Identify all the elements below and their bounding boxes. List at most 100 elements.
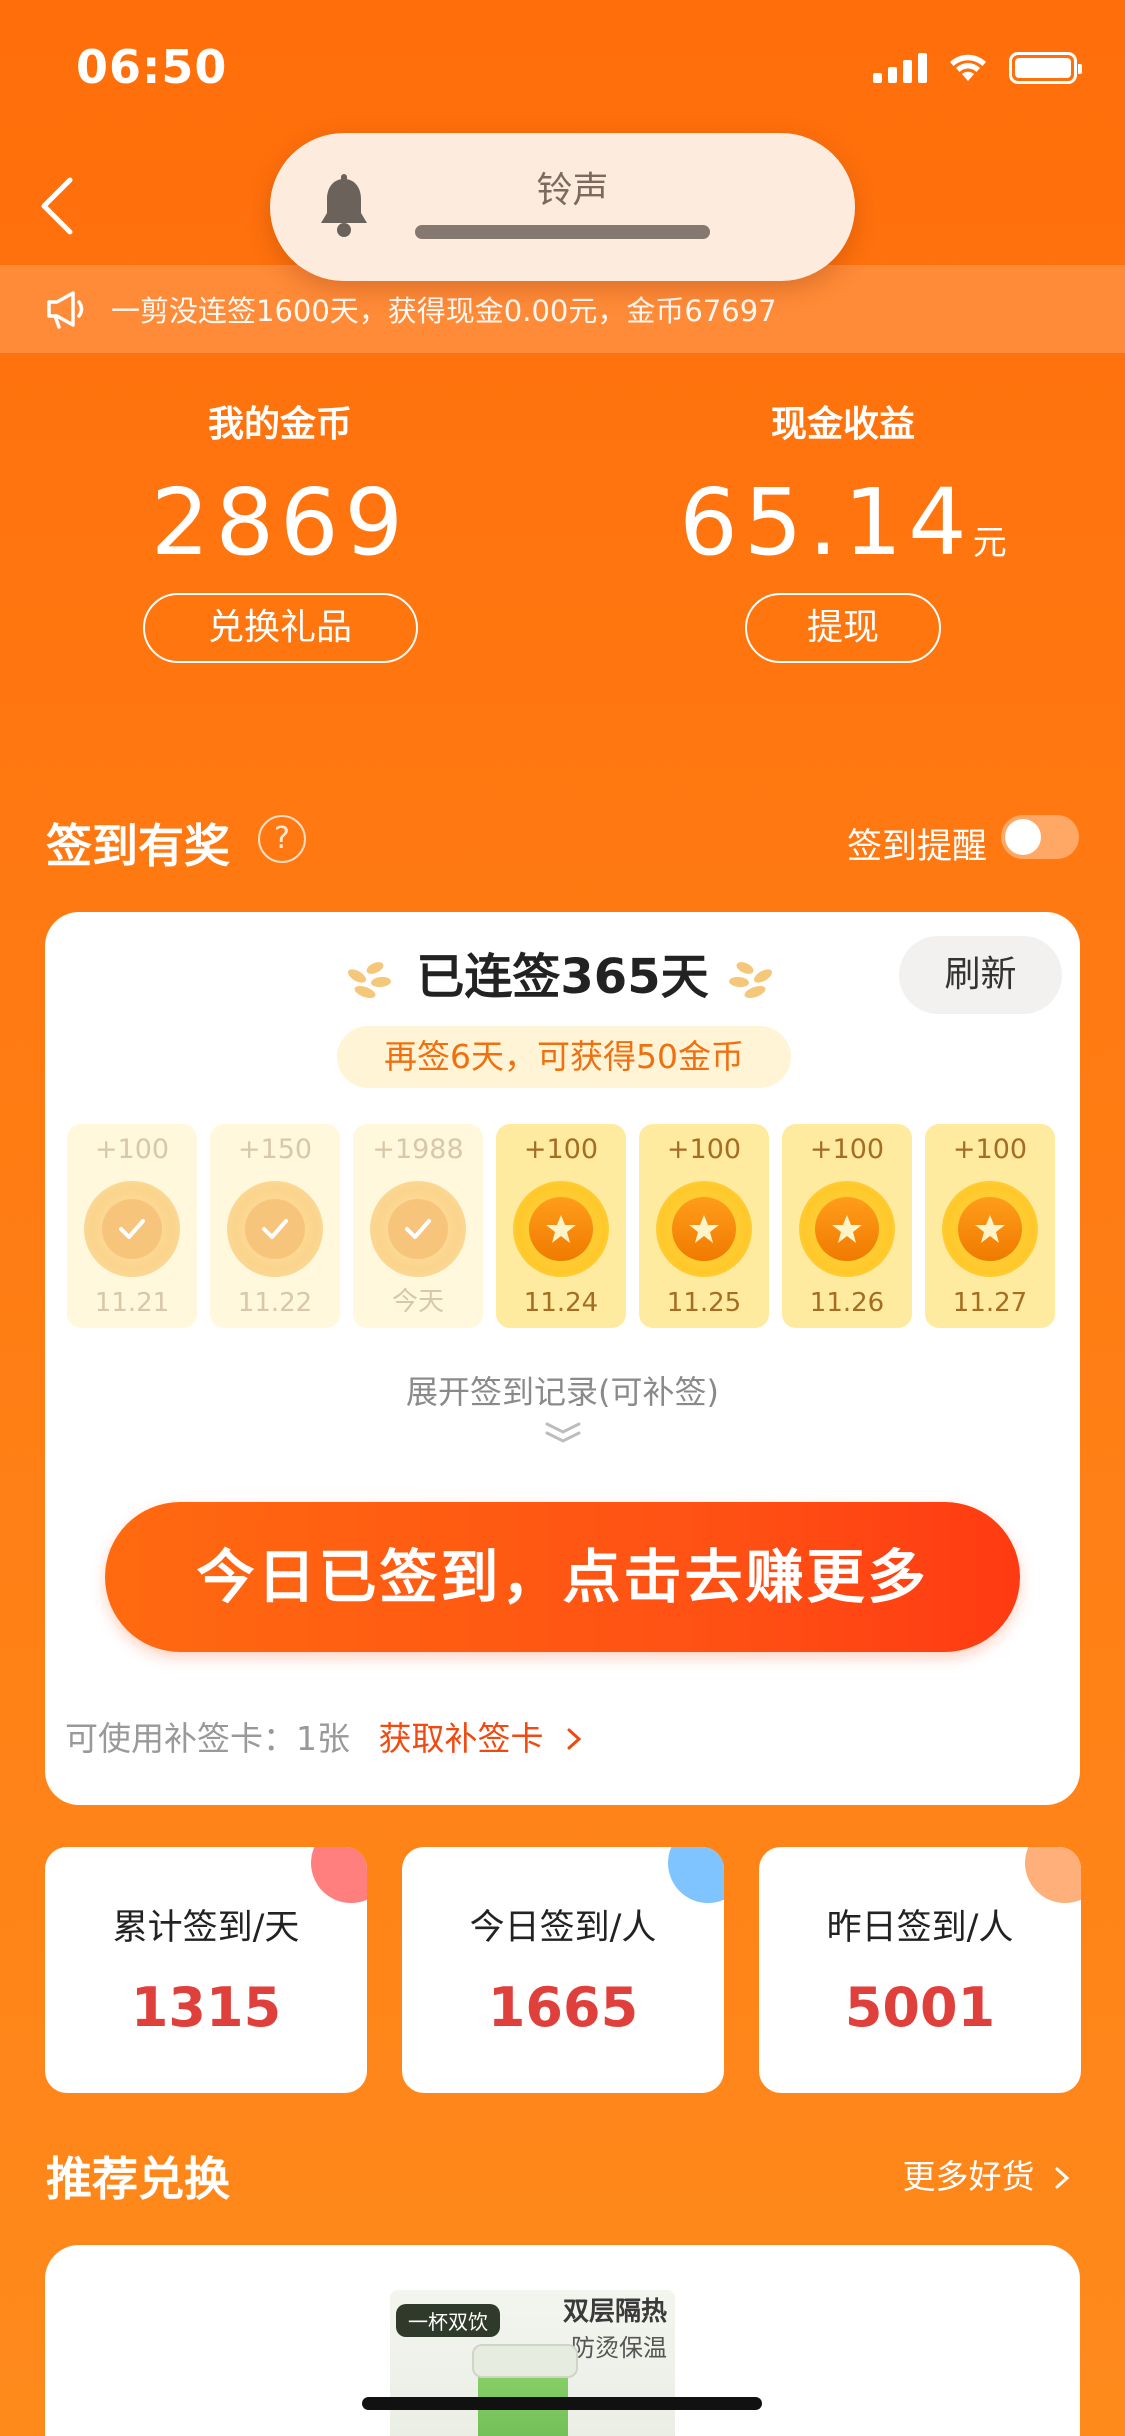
sign-day-7[interactable]: +100 11.27 bbox=[925, 1124, 1055, 1328]
cash-unit: 元 bbox=[972, 523, 1007, 563]
signal-icon bbox=[873, 53, 927, 83]
coins-label: 我的金币 bbox=[207, 404, 352, 445]
chevron-right-icon bbox=[1055, 2167, 1070, 2189]
day-date: 11.26 bbox=[809, 1288, 885, 1318]
wheat-left-icon bbox=[347, 962, 391, 999]
coin-icon bbox=[799, 1181, 895, 1277]
day-reward: +100 bbox=[952, 1134, 1028, 1165]
recommend-title: 推荐兑换 bbox=[46, 2152, 230, 2206]
streak-text: 已连签365天 bbox=[416, 949, 708, 1005]
expand-sign-record[interactable]: 展开签到记录(可补签) bbox=[45, 1367, 1080, 1413]
stat-label: 昨日签到/人 bbox=[826, 1908, 1014, 1948]
makeup-card-count: 可使用补签卡：1张 bbox=[65, 1719, 350, 1758]
star-icon bbox=[546, 1215, 576, 1243]
sign-day-4[interactable]: +100 11.24 bbox=[496, 1124, 626, 1328]
battery-icon bbox=[1009, 52, 1082, 84]
corner-decoration bbox=[668, 1847, 724, 1903]
stat-card: 昨日签到/人 5001 bbox=[759, 1847, 1081, 2093]
streak-days: 365天 bbox=[560, 949, 709, 1005]
signed-coin-icon bbox=[227, 1181, 323, 1277]
check-icon bbox=[262, 1219, 288, 1239]
wheat-right-icon bbox=[729, 962, 773, 999]
megaphone-icon bbox=[47, 291, 84, 329]
chevron-right-icon bbox=[567, 1728, 582, 1750]
cash-panel: 现金收益 65.14元 提现 bbox=[643, 395, 1043, 663]
home-indicator bbox=[362, 2397, 762, 2410]
stat-label: 今日签到/人 bbox=[469, 1908, 657, 1948]
toggle-knob bbox=[1005, 819, 1041, 855]
day-date: 11.24 bbox=[523, 1288, 599, 1318]
coins-value: 2869 bbox=[150, 469, 410, 576]
stat-card: 累计签到/天 1315 bbox=[45, 1847, 367, 2093]
get-makeup-card-link[interactable]: 获取补签卡 bbox=[379, 1719, 587, 1758]
day-reward: +100 bbox=[809, 1134, 885, 1165]
corner-decoration bbox=[311, 1847, 367, 1903]
help-icon[interactable]: ? bbox=[258, 815, 306, 863]
makeup-card-row: 可使用补签卡：1张 获取补签卡 bbox=[65, 1712, 586, 1760]
star-icon bbox=[832, 1215, 862, 1243]
day-reward: +100 bbox=[523, 1134, 599, 1165]
day-reward: +100 bbox=[666, 1134, 742, 1165]
status-icons bbox=[873, 52, 1082, 84]
check-icon bbox=[405, 1219, 431, 1239]
cash-label: 现金收益 bbox=[770, 404, 915, 445]
product-title: 双层隔热 bbox=[562, 2297, 667, 2327]
corner-decoration bbox=[1025, 1847, 1081, 1903]
star-icon bbox=[975, 1215, 1005, 1243]
cash-value-row: 65.14元 bbox=[643, 477, 1043, 569]
sign-reminder-label: 签到提醒 bbox=[846, 827, 987, 867]
chevron-left-icon bbox=[41, 177, 73, 235]
status-bar: 06:50 bbox=[0, 0, 1125, 135]
sign-day-6[interactable]: +100 11.26 bbox=[782, 1124, 912, 1328]
day-date: 11.25 bbox=[666, 1288, 742, 1318]
day-date: 11.22 bbox=[237, 1288, 313, 1318]
double-chevron-down-icon[interactable] bbox=[543, 1420, 583, 1444]
signed-coin-icon bbox=[84, 1181, 180, 1277]
streak-prefix: 已连签 bbox=[416, 949, 561, 1005]
product-subtitle: 防烫保温 bbox=[571, 2334, 667, 2362]
coin-icon bbox=[656, 1181, 752, 1277]
check-icon bbox=[119, 1219, 145, 1239]
sign-reminder-toggle[interactable] bbox=[1001, 815, 1079, 859]
stat-label: 累计签到/天 bbox=[112, 1908, 300, 1948]
product-image[interactable]: 一杯双饮 双层隔热 防烫保温 bbox=[390, 2290, 675, 2436]
earn-more-button[interactable]: 今日已签到，点击去赚更多 bbox=[105, 1502, 1020, 1652]
wifi-icon bbox=[950, 54, 986, 81]
refresh-button[interactable]: 刷新 bbox=[899, 936, 1062, 1014]
status-time: 06:50 bbox=[76, 40, 228, 94]
stat-value: 1665 bbox=[487, 1976, 639, 2039]
sign-day-2[interactable]: +150 11.22 bbox=[210, 1124, 340, 1328]
notice-text: 一剪没连签1600天，获得现金0.00元，金币67697 bbox=[111, 294, 777, 328]
stat-card: 今日签到/人 1665 bbox=[402, 1847, 724, 2093]
sign-day-5[interactable]: +100 11.25 bbox=[639, 1124, 769, 1328]
withdraw-button[interactable]: 提现 bbox=[745, 593, 941, 663]
product-tag: 一杯双饮 bbox=[396, 2304, 500, 2337]
day-reward: +150 bbox=[237, 1134, 313, 1165]
cash-value: 65.14 bbox=[679, 469, 973, 576]
ringtone-level-bar bbox=[415, 225, 710, 239]
day-date: 11.27 bbox=[952, 1288, 1028, 1318]
signed-coin-icon bbox=[370, 1181, 466, 1277]
day-reward: +1988 bbox=[372, 1134, 464, 1165]
sign-card: 已连签365天 刷新 再签6天，可获得50金币 +100 11.21 +150 11.… bbox=[45, 912, 1080, 1805]
day-date: 今天 bbox=[391, 1287, 444, 1317]
get-makeup-card-label: 获取补签卡 bbox=[378, 1719, 544, 1758]
sign-days-row: +100 11.21 +150 11.22 +1988 今天 +100 11.24 +100 11… bbox=[67, 1124, 1055, 1328]
sign-day-1[interactable]: +100 11.21 bbox=[67, 1124, 197, 1328]
ringtone-label: 铃声 bbox=[536, 170, 609, 211]
stat-value: 5001 bbox=[844, 1976, 996, 2039]
back-button[interactable] bbox=[30, 160, 90, 240]
exchange-gift-button[interactable]: 兑换礼品 bbox=[142, 593, 418, 663]
coin-icon bbox=[513, 1181, 609, 1277]
ringtone-volume-hud: 铃声 bbox=[270, 133, 855, 281]
day-reward: +100 bbox=[94, 1134, 170, 1165]
more-goods-link[interactable]: 更多好货 bbox=[903, 2150, 1074, 2198]
coin-icon bbox=[942, 1181, 1038, 1277]
stat-value: 1315 bbox=[130, 1976, 282, 2039]
sign-day-3[interactable]: +1988 今天 bbox=[353, 1124, 483, 1328]
streak-hint: 再签6天，可获得50金币 bbox=[337, 1026, 791, 1088]
more-goods-label: 更多好货 bbox=[902, 2157, 1035, 2196]
star-icon bbox=[689, 1215, 719, 1243]
coins-panel: 我的金币 2869 兑换礼品 bbox=[80, 395, 480, 663]
day-date: 11.21 bbox=[94, 1288, 170, 1318]
